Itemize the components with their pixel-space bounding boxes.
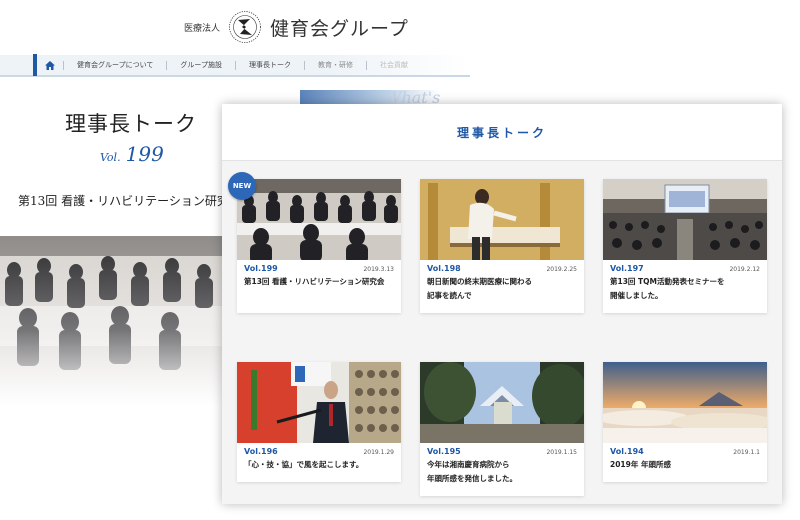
card-vol: Vol.195 — [427, 447, 461, 456]
nav-item-about[interactable]: 健育会グループについて — [63, 60, 166, 70]
nav-item-facilities[interactable]: グループ施設 — [166, 60, 235, 70]
care-bed-image — [420, 179, 584, 260]
seminar-hall-image — [603, 179, 767, 260]
home-icon — [45, 60, 55, 70]
mount-fuji-trees-image — [420, 362, 584, 443]
chairman-talk-panel: 理事長トーク Vol.199 2019.3.13 第13回 看護・リハビリテーシ… — [222, 104, 782, 504]
card-meta: Vol.199 2019.3.13 — [237, 260, 401, 273]
article-thumbnail — [420, 362, 584, 443]
card-date: 2019.1.29 — [363, 449, 394, 456]
article-card[interactable]: Vol.197 2019.2.12 第13回 TQM活動発表セミナーを 開催しま… — [603, 179, 767, 313]
card-vol: Vol.196 — [244, 447, 278, 456]
card-title-line: 第13回 看護・リハビリテーション研究会 — [244, 277, 385, 286]
global-nav: 健育会グループについて グループ施設 理事長トーク 教育・研修 社会貢献 — [0, 54, 470, 77]
article-thumbnail — [237, 179, 401, 260]
nav-item-chairman-talk[interactable]: 理事長トーク — [234, 60, 304, 70]
article-card[interactable]: Vol.198 2019.2.25 朝日新聞の終末期医療に関わる 記事を読んで — [420, 179, 584, 313]
background-vol: Vol. 199 — [100, 142, 164, 166]
card-meta: Vol.198 2019.2.25 — [420, 260, 584, 273]
card-meta: Vol.196 2019.1.29 — [237, 443, 401, 456]
photo-fade-overlay — [0, 236, 222, 406]
panel-title: 理事長トーク — [456, 125, 547, 140]
card-title-line: 2019年 年頭所感 — [610, 460, 671, 469]
card-title: 「心・技・協」で風を起こします。 — [237, 456, 401, 482]
new-badge: NEW — [228, 172, 256, 200]
card-vol: Vol.194 — [610, 447, 644, 456]
article-card[interactable]: Vol.196 2019.1.29 「心・技・協」で風を起こします。 — [237, 362, 401, 482]
article-card[interactable]: Vol.199 2019.3.13 第13回 看護・リハビリテーション研究会 — [237, 179, 401, 313]
card-date: 2019.1.1 — [733, 449, 760, 456]
speaker-podium-image — [237, 362, 401, 443]
article-thumbnail — [420, 179, 584, 260]
logo-prefix: 医療法人 — [184, 23, 221, 34]
card-date: 2019.2.25 — [546, 266, 577, 273]
card-title-line: 今年は湘南慶育病院から — [427, 460, 510, 469]
background-vol-number: 199 — [125, 142, 164, 166]
conference-audience-image — [237, 179, 401, 260]
nav-item-social[interactable]: 社会貢献 — [365, 60, 421, 70]
card-date: 2019.3.13 — [363, 266, 394, 273]
site-header: 医療法人 健育会グループ — [0, 0, 800, 54]
card-meta: Vol.195 2019.1.15 — [420, 443, 584, 456]
card-vol: Vol.197 — [610, 264, 644, 273]
card-title-line: 開催しました。 — [610, 291, 663, 300]
card-title-line: 記事を読んで — [427, 291, 472, 300]
card-vol: Vol.198 — [427, 264, 461, 273]
site-logo[interactable]: 医療法人 健育会グループ — [184, 10, 409, 44]
article-card[interactable]: Vol.195 2019.1.15 今年は湘南慶育病院から 年頭所感を発信しまし… — [420, 362, 584, 496]
article-card[interactable]: Vol.194 2019.1.1 2019年 年頭所感 — [603, 362, 767, 482]
card-title: 第13回 看護・リハビリテーション研究会 — [237, 273, 401, 313]
card-meta: Vol.194 2019.1.1 — [603, 443, 767, 456]
card-date: 2019.2.12 — [729, 266, 760, 273]
panel-header: 理事長トーク — [222, 104, 782, 161]
background-page-title: 理事長トーク — [65, 112, 197, 136]
logo-group-name: 健育会グループ — [270, 17, 409, 40]
card-title-line: 「心・技・協」で風を起こします。 — [244, 460, 364, 469]
card-title: 今年は湘南慶育病院から 年頭所感を発信しました。 — [420, 456, 584, 496]
logo-mark-icon — [229, 11, 261, 43]
nav-item-education[interactable]: 教育・研修 — [303, 60, 366, 70]
card-title: 朝日新聞の終末期医療に関わる 記事を読んで — [420, 273, 584, 313]
sunrise-sea-of-clouds-image — [603, 362, 767, 443]
card-title: 第13回 TQM活動発表セミナーを 開催しました。 — [603, 273, 767, 313]
card-title-line: 朝日新聞の終末期医療に関わる — [427, 277, 532, 286]
card-date: 2019.1.15 — [546, 449, 577, 456]
card-meta: Vol.197 2019.2.12 — [603, 260, 767, 273]
article-thumbnail — [237, 362, 401, 443]
article-thumbnail — [603, 362, 767, 443]
nav-home[interactable] — [37, 54, 63, 76]
background-vol-label: Vol. — [100, 151, 121, 164]
card-vol: Vol.199 — [244, 264, 278, 273]
card-title-line: 年頭所感を発信しました。 — [427, 474, 517, 483]
card-title: 2019年 年頭所感 — [603, 456, 767, 482]
article-thumbnail — [603, 179, 767, 260]
background-article-photo — [0, 236, 222, 406]
background-article-heading: 第13回 看護・リハビリテーション研究会 — [18, 194, 228, 208]
card-title-line: 第13回 TQM活動発表セミナーを — [610, 277, 725, 286]
